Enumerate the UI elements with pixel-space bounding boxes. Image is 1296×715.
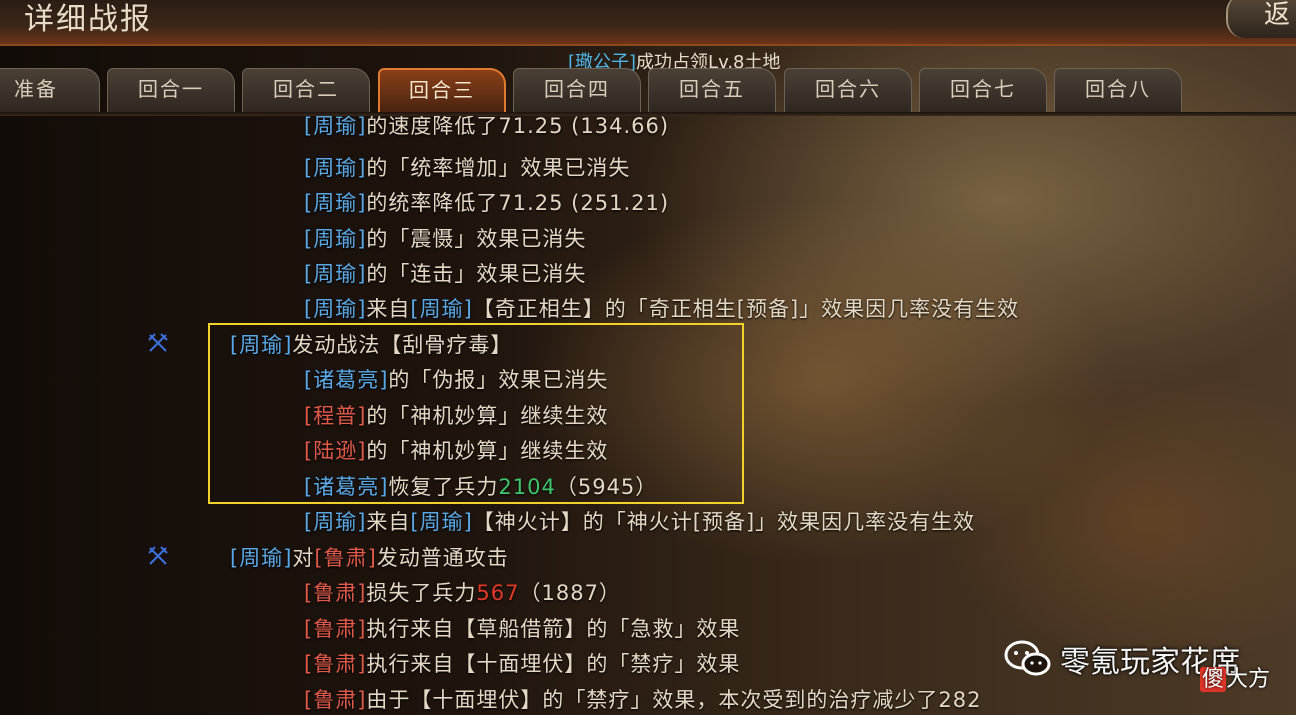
watermark: 零氪玩家花席 傻大方 <box>1004 637 1284 697</box>
tab-prepare[interactable]: 准备 <box>0 68 100 112</box>
log-line: [周瑜]的速度降低了71.25 (134.66) <box>304 116 670 138</box>
swords-icon <box>148 546 168 565</box>
log-line: [鲁肃]执行来自【草船借箭】的「急救」效果 <box>304 617 741 641</box>
tab-round-4[interactable]: 回合四 <box>513 68 641 112</box>
log-line: [周瑜]的「震慑」效果已消失 <box>304 227 587 251</box>
log-line: [周瑜]的「统率增加」效果已消失 <box>304 156 631 180</box>
back-button[interactable]: 返 <box>1226 0 1296 38</box>
highlight-box <box>208 323 744 504</box>
tab-round-2[interactable]: 回合二 <box>242 68 370 112</box>
tab-round-6[interactable]: 回合六 <box>784 68 912 112</box>
log-line: [周瑜]来自[周瑜]【奇正相生】的「奇正相生[预备]」效果因几率没有生效 <box>304 297 1020 321</box>
round-tabs: 准备 回合一 回合二 回合三 回合四 回合五 回合六 回合七 回合八 <box>0 68 1296 113</box>
tab-round-5[interactable]: 回合五 <box>648 68 776 112</box>
log-line: [鲁肃]执行来自【十面埋伏】的「禁疗」效果 <box>304 652 741 676</box>
log-line: [周瑜]的统率降低了71.25 (251.21) <box>304 191 670 215</box>
window-title: 详细战报 <box>24 2 152 37</box>
log-line: [周瑜]来自[周瑜]【神火计】的「神火计[预备]」效果因几率没有生效 <box>304 510 976 534</box>
tab-round-3[interactable]: 回合三 <box>378 68 506 112</box>
log-line: [周瑜]对[鲁肃]发动普通攻击 <box>230 546 509 570</box>
log-line: [鲁肃]由于【十面埋伏】的「禁疗」效果，本次受到的治疗减少了282 <box>304 688 982 712</box>
log-line: [周瑜]的「连击」效果已消失 <box>304 262 587 286</box>
watermark-sub: 傻大方 <box>1200 667 1271 692</box>
tab-round-7[interactable]: 回合七 <box>919 68 1047 112</box>
log-line: [鲁肃]损失了兵力567（1887） <box>304 581 621 605</box>
tab-round-8[interactable]: 回合八 <box>1054 68 1182 112</box>
tab-round-1[interactable]: 回合一 <box>107 68 235 112</box>
wechat-icon <box>1004 640 1051 676</box>
header-bar: 详细战报 返 <box>0 0 1296 46</box>
swords-icon <box>148 333 168 352</box>
